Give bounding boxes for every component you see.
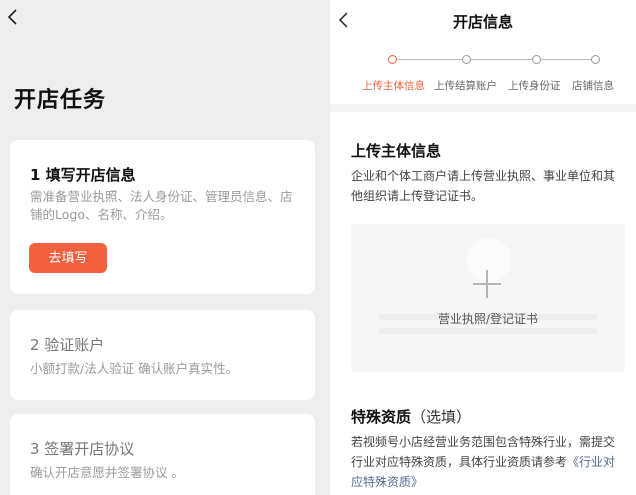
placeholder-bar — [379, 328, 597, 334]
section-title-text: 特殊资质 — [351, 408, 412, 426]
page-title: 开店信息 — [452, 13, 513, 31]
optional-tag: （选填） — [411, 408, 472, 426]
task-title: 2 验证账户 — [30, 336, 105, 354]
task-card-sign-agreement: 3 签署开店协议 确认开店意愿并签署协议 。 — [10, 414, 315, 495]
task-card-verify-account: 2 验证账户 小额打款/法人验证 确认账户真实性。 — [10, 310, 315, 400]
step-connector — [470, 59, 532, 60]
step-label-4[interactable]: 店铺信息 — [572, 78, 614, 93]
step-dot-2 — [462, 55, 471, 64]
task-desc: 确认开店意愿并签署协议 。 — [30, 465, 184, 480]
page-title: 开店任务 — [14, 88, 107, 113]
step-dot-4 — [591, 55, 600, 64]
step-connector — [396, 59, 462, 60]
step-dot-1 — [388, 55, 397, 64]
add-plus-icon[interactable] — [473, 270, 501, 298]
step-label-1[interactable]: 上传主体信息 — [362, 78, 425, 93]
task-title: 1 填写开店信息 — [30, 166, 136, 184]
progress-stepper: 上传主体信息 上传结算账户 上传身份证 店铺信息 — [330, 52, 636, 102]
license-upload-area[interactable]: 营业执照/登记证书 — [351, 224, 625, 372]
task-card-fill-info: 1 填写开店信息 需准备营业执照、法人身份证、管理员信息、店铺的Logo、名称、… — [10, 140, 315, 294]
step-connector — [540, 59, 594, 60]
task-title: 3 签署开店协议 — [30, 440, 135, 458]
section-divider — [330, 104, 636, 112]
section-title-special-qualification: 特殊资质（选填） — [351, 406, 471, 427]
task-desc: 小额打款/法人验证 确认账户真实性。 — [30, 361, 239, 376]
section-desc-special-qualification: 若视频号小店经营业务范围包含特殊行业，需提交行业对应特殊资质，具体行业资质请参考… — [351, 432, 626, 492]
shop-info-panel: 开店信息 上传主体信息 上传结算账户 上传身份证 店铺信息 上传主体信息 企业和… — [330, 0, 636, 495]
upload-label: 营业执照/登记证书 — [437, 312, 539, 326]
fill-in-button[interactable]: 去填写 — [29, 243, 107, 273]
shop-task-panel: 开店任务 1 填写开店信息 需准备营业执照、法人身份证、管理员信息、店铺的Log… — [0, 0, 330, 495]
back-arrow-icon[interactable] — [4, 8, 22, 26]
section-desc-entity-info: 企业和个体工商户请上传营业执照、事业单位和其他组织请上传登记证书。 — [351, 169, 616, 203]
step-label-2[interactable]: 上传结算账户 — [434, 78, 497, 93]
step-label-3[interactable]: 上传身份证 — [508, 78, 561, 93]
step-dot-3 — [532, 55, 541, 64]
section-title-entity-info: 上传主体信息 — [351, 142, 442, 160]
task-desc: 需准备营业执照、法人身份证、管理员信息、店铺的Logo、名称、介绍。 — [30, 189, 293, 222]
